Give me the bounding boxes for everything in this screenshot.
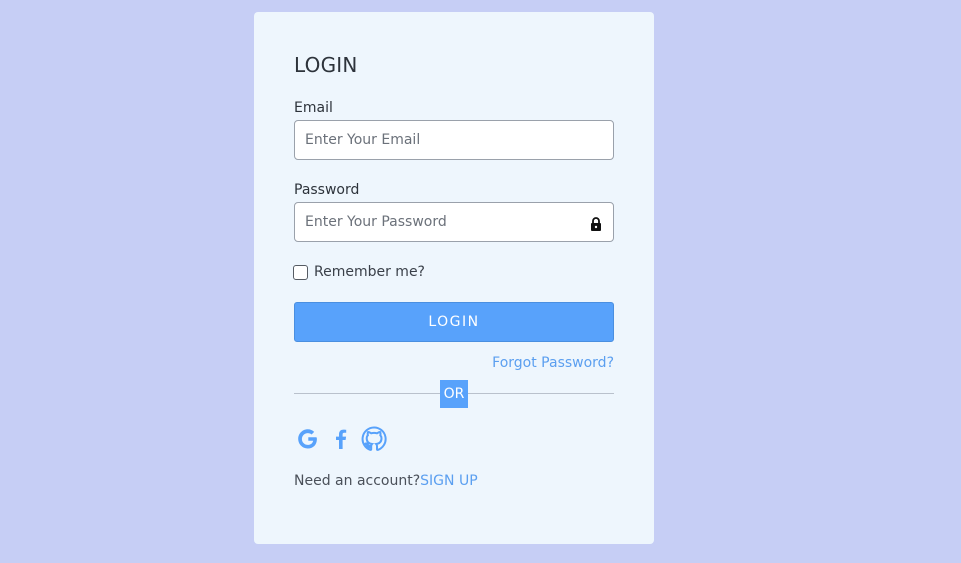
- lock-icon: [590, 216, 602, 231]
- or-badge: OR: [440, 380, 468, 408]
- social-login-row: [294, 425, 614, 453]
- email-field-wrapper: [294, 120, 614, 160]
- forgot-password-link[interactable]: Forgot Password?: [492, 355, 614, 371]
- login-button[interactable]: LOGIN: [294, 302, 614, 342]
- facebook-icon[interactable]: [327, 425, 355, 453]
- remember-me-checkbox[interactable]: [293, 264, 308, 280]
- remember-me-label[interactable]: Remember me?: [314, 264, 425, 280]
- password-field[interactable]: [294, 202, 614, 242]
- google-icon[interactable]: [294, 425, 322, 453]
- or-divider: OR: [294, 380, 614, 408]
- github-icon[interactable]: [360, 425, 388, 453]
- login-card: LOGIN Email Password Remember me? LOGIN …: [254, 12, 654, 544]
- signup-prompt: Need an account?: [294, 473, 421, 489]
- signup-row: Need an account?SIGN UP: [294, 472, 614, 490]
- password-label: Password: [294, 182, 360, 198]
- page-title: LOGIN: [294, 53, 358, 77]
- remember-me-row: Remember me?: [293, 263, 614, 281]
- email-label: Email: [294, 100, 333, 116]
- password-field-wrapper: [294, 202, 614, 242]
- email-field[interactable]: [294, 120, 614, 160]
- forgot-password-row: Forgot Password?: [294, 353, 614, 371]
- signup-link[interactable]: SIGN UP: [420, 473, 477, 489]
